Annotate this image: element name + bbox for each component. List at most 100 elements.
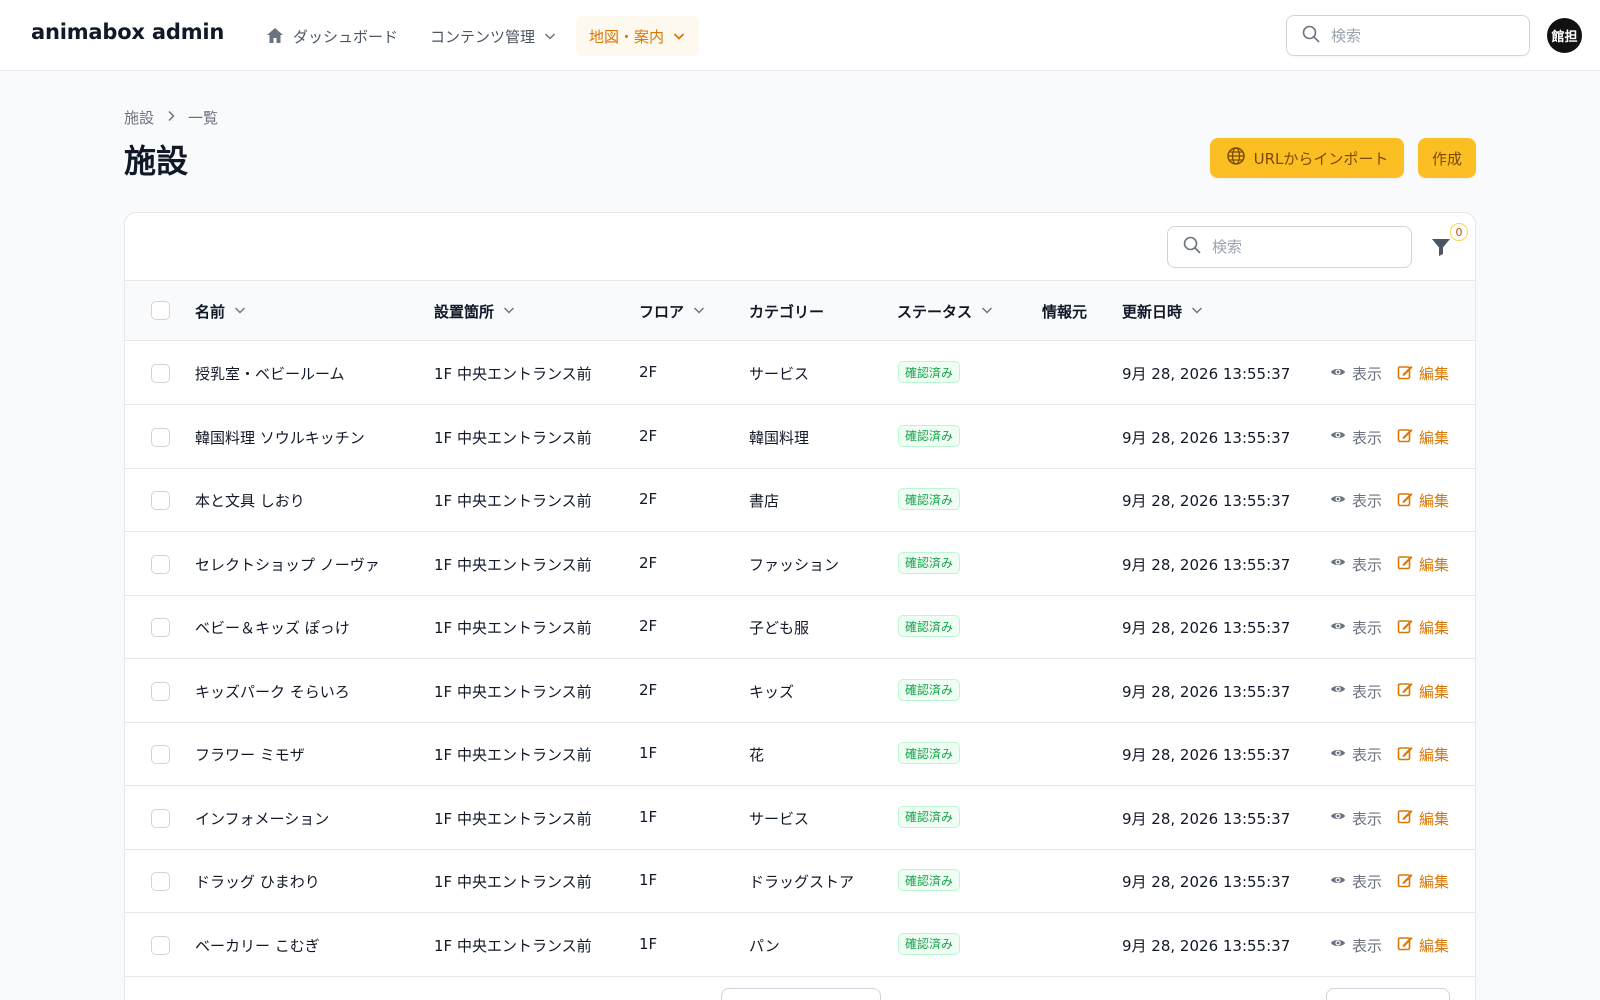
edit-button[interactable]: 編集 [1397, 554, 1449, 575]
table-row[interactable]: ベーカリー こむぎ 1F 中央エントランス前 1F パン 確認済み 9月 28, 2026… [125, 914, 1475, 977]
edit-button[interactable]: 編集 [1397, 617, 1449, 638]
row-checkbox[interactable] [151, 618, 170, 637]
nav-content-management[interactable]: コンテンツ管理 [417, 16, 570, 56]
cell-category: 韓国料理 [749, 428, 810, 447]
cell-location: 1F 中央エントランス前 [434, 682, 592, 701]
cell-name: 韓国料理 ソウルキッチン [195, 428, 365, 447]
column-header-floor[interactable]: フロア [639, 301, 706, 322]
nav-map-guide[interactable]: 地図・案内 [576, 16, 700, 56]
edit-button[interactable]: 編集 [1397, 490, 1449, 511]
row-checkbox[interactable] [151, 808, 170, 828]
chevron-down-icon [543, 29, 557, 43]
column-header-updated[interactable]: 更新日時 [1122, 301, 1204, 322]
cell-category: 花 [749, 746, 765, 764]
row-checkbox[interactable] [151, 364, 170, 383]
view-button[interactable]: 表示 [1330, 935, 1382, 956]
status-badge: 確認済み [898, 678, 961, 701]
top-navigation: animabox admin ダッシュボード コンテンツ管理 地図・案内 館担 [0, 0, 1600, 71]
cell-updated: 9月 28, 2026 13:55:37 [1122, 555, 1291, 574]
view-button[interactable]: 表示 [1330, 363, 1382, 384]
table-row[interactable]: 韓国料理 ソウルキッチン 1F 中央エントランス前 2F 韓国料理 確認済み 9月 28,… [125, 406, 1475, 469]
edit-icon [1397, 491, 1413, 511]
edit-button[interactable]: 編集 [1397, 363, 1449, 384]
cell-location: 1F 中央エントランス前 [434, 428, 592, 447]
cell-category: キッズ [749, 682, 795, 701]
nav-dashboard[interactable]: ダッシュボード [252, 16, 411, 56]
view-button[interactable]: 表示 [1330, 554, 1382, 575]
edit-label: 編集 [1419, 936, 1450, 955]
eye-icon [1330, 745, 1346, 765]
view-button[interactable]: 表示 [1330, 490, 1382, 511]
table-search-input[interactable] [1212, 238, 1392, 256]
cell-category: パン [749, 936, 780, 955]
row-checkbox[interactable] [151, 491, 170, 510]
brand-logo[interactable]: animabox admin [31, 20, 224, 44]
table-row[interactable]: ドラッグ ひまわり 1F 中央エントランス前 1F ドラッグストア 確認済み 9月 28,… [125, 850, 1475, 913]
view-label: 表示 [1352, 682, 1383, 701]
row-checkbox[interactable] [151, 872, 170, 891]
cell-updated: 9月 28, 2026 13:55:37 [1122, 682, 1291, 701]
column-header-name[interactable]: 名前 [195, 301, 247, 322]
table-row[interactable]: ベビー＆キッズ ぽっけ 1F 中央エントランス前 2F 子ども服 確認済み 9月 28, … [125, 596, 1475, 659]
edit-label: 編集 [1419, 492, 1450, 510]
cell-updated: 9月 28, 2026 13:55:37 [1122, 619, 1291, 637]
status-badge: 確認済み [898, 805, 961, 828]
cell-name: キッズパーク そらいろ [195, 682, 350, 701]
view-label: 表示 [1352, 555, 1383, 574]
view-button[interactable]: 表示 [1330, 808, 1382, 829]
breadcrumb-parent[interactable]: 施設 [124, 107, 154, 128]
cell-floor: 2F [639, 490, 658, 508]
edit-button[interactable]: 編集 [1397, 871, 1449, 892]
search-icon [1301, 24, 1321, 48]
cell-updated: 9月 28, 2026 13:55:37 [1122, 492, 1291, 510]
edit-button[interactable]: 編集 [1397, 744, 1449, 765]
edit-button[interactable]: 編集 [1397, 427, 1449, 448]
cell-updated: 9月 28, 2026 13:55:37 [1122, 746, 1291, 764]
global-search-input[interactable] [1331, 26, 1511, 45]
table-row[interactable]: 本と文具 しおり 1F 中央エントランス前 2F 書店 確認済み 9月 28, 2026 … [125, 469, 1475, 532]
edit-label: 編集 [1419, 873, 1450, 891]
import-from-url-button[interactable]: URLからインポート [1210, 138, 1404, 178]
chevron-down-icon [1190, 303, 1204, 321]
table-row[interactable]: インフォメーション 1F 中央エントランス前 1F サービス 確認済み 9月 28, 20… [125, 787, 1475, 850]
edit-icon [1397, 808, 1413, 828]
view-button[interactable]: 表示 [1330, 871, 1382, 892]
edit-button[interactable]: 編集 [1397, 935, 1449, 956]
nav-dashboard-label: ダッシュボード [293, 27, 399, 46]
cell-name: フラワー ミモザ [195, 746, 305, 764]
cell-floor: 2F [639, 617, 658, 635]
table-row[interactable]: セレクトショップ ノーヴァ 1F 中央エントランス前 2F ファッション 確認済み 9月 … [125, 533, 1475, 596]
column-header-location[interactable]: 設置箇所 [434, 301, 516, 322]
column-name-label: 名前 [195, 303, 226, 321]
table-row[interactable]: 授乳室・ベビールーム 1F 中央エントランス前 2F サービス 確認済み 9月 28, 2… [125, 342, 1475, 405]
status-badge: 確認済み [898, 742, 961, 764]
cell-location: 1F 中央エントランス前 [434, 746, 592, 764]
table-row[interactable]: キッズパーク そらいろ 1F 中央エントランス前 2F キッズ 確認済み 9月 28, 2… [125, 660, 1475, 723]
row-checkbox[interactable] [151, 427, 170, 447]
breadcrumb-current: 一覧 [188, 109, 219, 127]
table-search[interactable] [1167, 226, 1412, 268]
row-checkbox[interactable] [151, 935, 170, 955]
chevron-right-icon [164, 109, 178, 127]
row-checkbox[interactable] [151, 554, 170, 574]
filter-button[interactable] [1429, 235, 1453, 259]
view-button[interactable]: 表示 [1330, 681, 1382, 702]
user-avatar[interactable]: 館担 [1547, 18, 1582, 53]
view-label: 表示 [1352, 873, 1383, 891]
edit-button[interactable]: 編集 [1397, 681, 1449, 702]
pagination-per-page[interactable] [721, 988, 881, 1000]
view-button[interactable]: 表示 [1330, 617, 1382, 638]
row-checkbox[interactable] [151, 681, 170, 701]
column-header-status[interactable]: ステータス [897, 301, 994, 322]
cell-name: 本と文具 しおり [195, 492, 305, 510]
create-button[interactable]: 作成 [1418, 138, 1476, 178]
edit-button[interactable]: 編集 [1397, 808, 1449, 829]
view-button[interactable]: 表示 [1330, 427, 1382, 448]
pagination-controls[interactable] [1326, 988, 1450, 1000]
row-checkbox[interactable] [151, 745, 170, 764]
table-row[interactable]: フラワー ミモザ 1F 中央エントランス前 1F 花 確認済み 9月 28, 2026 1… [125, 723, 1475, 786]
view-button[interactable]: 表示 [1330, 744, 1382, 765]
global-search[interactable] [1286, 15, 1530, 56]
edit-icon [1397, 427, 1413, 447]
select-all-checkbox[interactable] [151, 301, 170, 320]
